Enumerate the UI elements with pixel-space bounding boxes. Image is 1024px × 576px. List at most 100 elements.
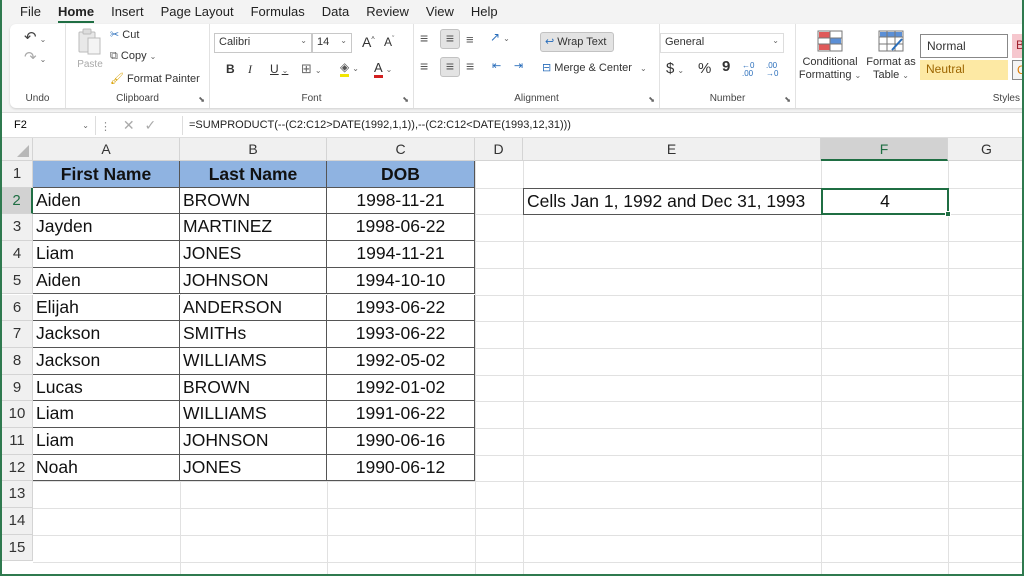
grow-font-button[interactable]: A^ [362, 34, 375, 50]
tab-view[interactable]: View [426, 4, 454, 19]
row-header-11[interactable]: 11 [2, 428, 33, 455]
row-header-12[interactable]: 12 [2, 454, 33, 482]
wrap-text-button[interactable]: ↩ Wrap Text [540, 32, 614, 52]
style-bad[interactable]: Bad [1012, 34, 1022, 58]
table-cell[interactable]: 1992-05-02 [327, 347, 475, 375]
paste-button[interactable]: Paste [76, 28, 104, 78]
table-cell[interactable]: 1994-10-10 [327, 267, 475, 295]
currency-button[interactable]: $ ⌄ [666, 60, 684, 77]
table-cell[interactable]: Liam [33, 401, 180, 428]
style-calculation[interactable]: Calc [1012, 60, 1022, 80]
align-bottom-button[interactable]: ≡ [466, 32, 474, 47]
comma-style-button[interactable]: 9 [722, 58, 730, 75]
table-cell[interactable]: 1998-06-22 [327, 214, 475, 242]
table-cell[interactable]: ANDERSON [180, 294, 327, 322]
column-header-e[interactable]: E [523, 138, 821, 161]
table-cell[interactable]: 1990-06-12 [327, 454, 475, 482]
tab-file[interactable]: File [20, 4, 41, 19]
row-header-1[interactable]: 1 [2, 161, 33, 188]
table-cell[interactable]: Liam [33, 241, 180, 268]
table-cell[interactable]: Jayden [33, 214, 180, 242]
column-header-f[interactable]: F [821, 138, 948, 161]
percent-button[interactable]: % [698, 60, 711, 77]
undo-button[interactable]: ↶ ⌄ [24, 28, 46, 46]
column-header-c[interactable]: C [327, 138, 475, 161]
table-header-cell[interactable]: DOB [327, 161, 475, 188]
label-cell-e2[interactable]: Cells Jan 1, 1992 and Dec 31, 1993 [523, 187, 822, 216]
table-header-cell[interactable]: First Name [33, 161, 180, 188]
fill-color-button[interactable]: ◈ ⌄ [340, 60, 359, 77]
column-header-d[interactable]: D [475, 138, 523, 161]
increase-decimal-button[interactable]: ←0 .00 [742, 62, 762, 78]
dialog-launcher-icon[interactable]: ⬊ [402, 95, 409, 104]
table-cell[interactable]: 1991-06-22 [327, 401, 475, 428]
row-header-14[interactable]: 14 [2, 508, 33, 535]
font-family-select[interactable]: Calibri ⌄ [214, 33, 312, 53]
redo-button[interactable]: ↷ ⌄ [24, 48, 46, 66]
table-cell[interactable]: WILLIAMS [180, 401, 327, 428]
table-cell[interactable]: BROWN [180, 374, 327, 402]
align-left-button[interactable]: ≡ [420, 58, 428, 74]
tab-home[interactable]: Home [57, 4, 95, 23]
cut-button[interactable]: ✂ Cut [110, 28, 139, 41]
align-middle-button[interactable]: ≡ [440, 29, 460, 49]
table-cell[interactable]: Noah [33, 454, 180, 482]
row-header-3[interactable]: 3 [2, 214, 33, 242]
cancel-icon[interactable]: ✕ [123, 117, 135, 133]
column-header-a[interactable]: A [33, 138, 180, 161]
align-top-button[interactable]: ≡ [420, 30, 428, 46]
decrease-decimal-button[interactable]: .00 →0 [766, 62, 786, 78]
table-cell[interactable]: WILLIAMS [180, 347, 327, 375]
table-cell[interactable]: 1993-06-22 [327, 294, 475, 322]
row-header-9[interactable]: 9 [2, 374, 33, 402]
table-cell[interactable]: 1994-11-21 [327, 241, 475, 268]
tab-data[interactable]: Data [322, 4, 349, 19]
table-cell[interactable]: Lucas [33, 374, 180, 402]
row-header-15[interactable]: 15 [2, 534, 33, 562]
merge-center-button[interactable]: ⊟ Merge & Center ⌄ [542, 61, 647, 74]
orientation-button[interactable]: ↗ ⌄ [490, 30, 510, 44]
select-all-button[interactable] [2, 138, 33, 161]
table-cell[interactable]: Liam [33, 428, 180, 455]
result-cell-f2[interactable]: 4 [821, 187, 949, 216]
italic-button[interactable]: I [248, 62, 252, 77]
shrink-font-button[interactable]: Aˇ [384, 35, 394, 49]
column-header-b[interactable]: B [180, 138, 327, 161]
name-box[interactable]: F2 ⌄ [8, 116, 96, 135]
row-header-4[interactable]: 4 [2, 241, 33, 268]
dialog-launcher-icon[interactable]: ⬊ [648, 95, 655, 104]
table-cell[interactable]: Aiden [33, 267, 180, 295]
tab-review[interactable]: Review [366, 4, 409, 19]
table-header-cell[interactable]: Last Name [180, 161, 327, 188]
row-header-8[interactable]: 8 [2, 347, 33, 375]
fill-handle[interactable] [945, 211, 951, 218]
align-right-button[interactable]: ≡ [466, 58, 474, 74]
row-header-5[interactable]: 5 [2, 267, 33, 295]
table-cell[interactable]: 1993-06-22 [327, 321, 475, 348]
table-cell[interactable]: JONES [180, 454, 327, 482]
row-header-7[interactable]: 7 [2, 321, 33, 348]
row-header-13[interactable]: 13 [2, 481, 33, 509]
table-cell[interactable]: Jackson [33, 321, 180, 348]
format-painter-button[interactable]: 🖌 Format Painter [110, 72, 200, 85]
style-neutral[interactable]: Neutral [920, 60, 1008, 80]
bold-button[interactable]: B [226, 62, 235, 76]
number-format-select[interactable]: General ⌄ [660, 33, 784, 53]
table-cell[interactable]: SMITHs [180, 321, 327, 348]
tab-help[interactable]: Help [471, 4, 498, 19]
format-as-table-button[interactable]: Format as Table ⌄ [866, 30, 916, 82]
align-center-button[interactable]: ≡ [440, 57, 460, 77]
dialog-launcher-icon[interactable]: ⬊ [784, 95, 791, 104]
row-header-10[interactable]: 10 [2, 401, 33, 428]
tab-insert[interactable]: Insert [111, 4, 144, 19]
table-cell[interactable]: Aiden [33, 187, 180, 215]
table-cell[interactable]: 1998-11-21 [327, 187, 475, 215]
dialog-launcher-icon[interactable]: ⬊ [198, 95, 205, 104]
table-cell[interactable]: MARTINEZ [180, 214, 327, 242]
decrease-indent-button[interactable]: ⇤ [492, 59, 501, 72]
table-cell[interactable]: 1992-01-02 [327, 374, 475, 402]
enter-icon[interactable]: ✓ [145, 117, 157, 133]
font-color-button[interactable]: A ⌄ [374, 60, 392, 78]
formula-input[interactable]: =SUMPRODUCT(--(C2:C12>DATE(1992,1,1)),--… [182, 116, 1022, 135]
table-cell[interactable]: 1990-06-16 [327, 428, 475, 455]
